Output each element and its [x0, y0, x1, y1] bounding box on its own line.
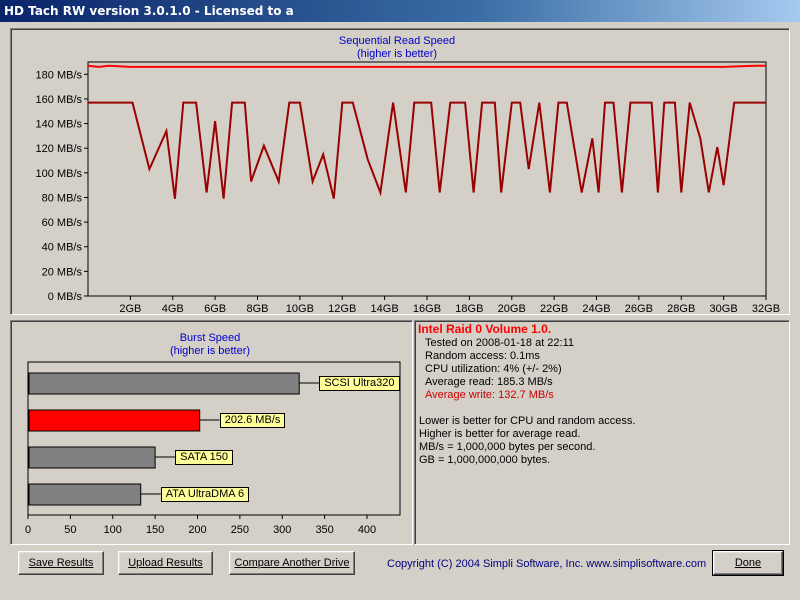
write-speed-line	[88, 101, 766, 199]
x-tick-label: 16GB	[413, 303, 441, 315]
cpu-utilization: CPU utilization: 4% (+/- 2%)	[425, 363, 562, 375]
compare-another-drive-label: Compare Another Drive	[234, 557, 350, 569]
upload-results-button[interactable]: Upload Results	[118, 551, 213, 575]
y-tick-label: 100 MB/s	[36, 168, 83, 180]
x-tick-label: 6GB	[204, 303, 226, 315]
y-tick-label: 0 MB/s	[48, 291, 83, 303]
average-read: Average read: 185.3 MB/s	[425, 376, 553, 388]
y-tick-label: 140 MB/s	[36, 119, 83, 131]
burst-bar-label: SCSI Ultra320	[319, 376, 400, 391]
burst-bar-label: SATA 150	[175, 450, 234, 465]
compare-another-drive-button[interactable]: Compare Another Drive	[229, 551, 355, 575]
y-tick-label: 160 MB/s	[36, 94, 83, 106]
x-tick-label: 14GB	[371, 303, 399, 315]
y-tick-label: 180 MB/s	[36, 69, 83, 81]
x-tick-label: 10GB	[286, 303, 314, 315]
note-mbs-definition: MB/s = 1,000,000 bytes per second.	[419, 441, 596, 453]
burst-bar-label: 202.6 MB/s	[219, 413, 286, 428]
read-speed-line	[87, 64, 766, 68]
drive-name: Intel Raid 0 Volume 1.0.	[418, 322, 552, 336]
save-results-label: Save Results	[28, 557, 94, 569]
x-tick-label: 18GB	[455, 303, 483, 315]
y-tick-label: 40 MB/s	[42, 242, 83, 254]
y-tick-label: 20 MB/s	[42, 266, 83, 278]
note-higher-better: Higher is better for average read.	[419, 428, 581, 440]
upload-results-label: Upload Results	[128, 557, 203, 569]
x-tick-label: 28GB	[667, 303, 695, 315]
x-tick-label: 20GB	[498, 303, 526, 315]
save-results-button[interactable]: Save Results	[18, 551, 104, 575]
test-date: Tested on 2008-01-18 at 22:11	[425, 337, 575, 349]
plot-area	[87, 61, 767, 297]
x-tick-label: 24GB	[582, 303, 610, 315]
y-tick-label: 120 MB/s	[36, 143, 83, 155]
chart-title: Sequential Read Speed	[339, 35, 455, 47]
copyright-text: Copyright (C) 2004 Simpli Software, Inc.…	[387, 558, 707, 570]
x-tick-label: 2GB	[119, 303, 141, 315]
x-tick-label: 22GB	[540, 303, 568, 315]
x-tick-label: 12GB	[328, 303, 356, 315]
x-tick-label: 4GB	[162, 303, 184, 315]
x-tick-label: 32GB	[752, 303, 780, 315]
burst-bar-label: ATA UltraDMA 6	[160, 487, 250, 502]
average-write: Average write: 132.7 MB/s	[425, 389, 554, 401]
burst-speed-panel	[10, 320, 413, 545]
done-label: Done	[734, 557, 762, 569]
y-tick-label: 80 MB/s	[42, 192, 83, 204]
chart-subtitle: (higher is better)	[357, 48, 437, 60]
note-gb-definition: GB = 1,000,000,000 bytes.	[419, 454, 551, 466]
x-tick-label: 26GB	[625, 303, 653, 315]
random-access: Random access: 0.1ms	[425, 350, 540, 362]
done-button[interactable]: Done	[712, 550, 784, 576]
note-lower-better: Lower is better for CPU and random acces…	[419, 415, 636, 427]
y-tick-label: 60 MB/s	[42, 217, 83, 229]
x-tick-label: 30GB	[710, 303, 738, 315]
x-tick-label: 8GB	[246, 303, 268, 315]
